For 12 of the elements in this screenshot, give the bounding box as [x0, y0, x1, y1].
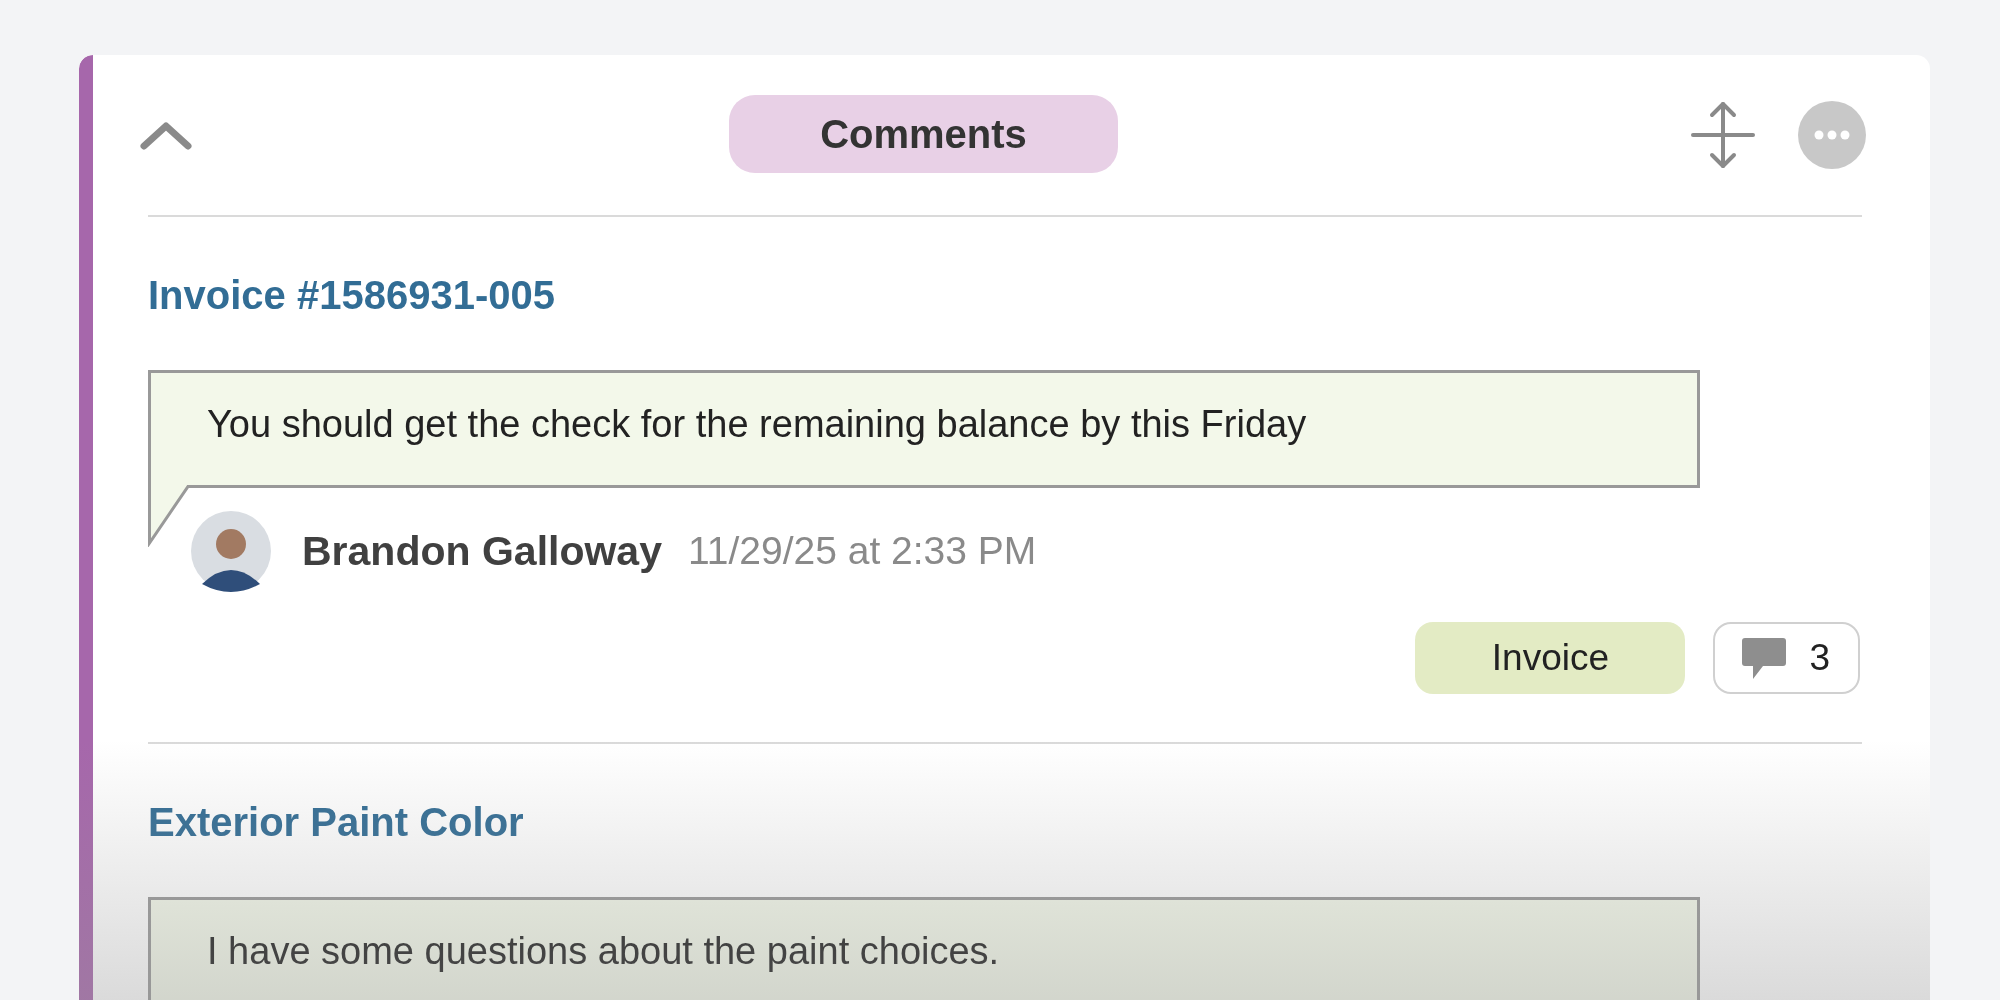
comment-text: I have some questions about the paint choices.: [207, 930, 1000, 972]
comment-title[interactable]: Exterior Paint Color: [148, 800, 1862, 845]
resize-icon[interactable]: [1690, 100, 1756, 170]
reply-count-button[interactable]: 3: [1713, 622, 1860, 694]
comment-text: You should get the check for the remaining balance by this Friday: [207, 403, 1307, 445]
collapse-icon[interactable]: [140, 120, 192, 150]
comment-icon: [1741, 636, 1788, 680]
timestamp: 11/29/25 at 2:33 PM: [687, 529, 1037, 573]
comment-title[interactable]: Invoice #1586931-005: [148, 273, 1862, 318]
panel-title: Comments: [729, 95, 1118, 173]
author-name: Brandon Galloway: [302, 527, 662, 575]
tag-chip[interactable]: Invoice: [1415, 622, 1686, 694]
